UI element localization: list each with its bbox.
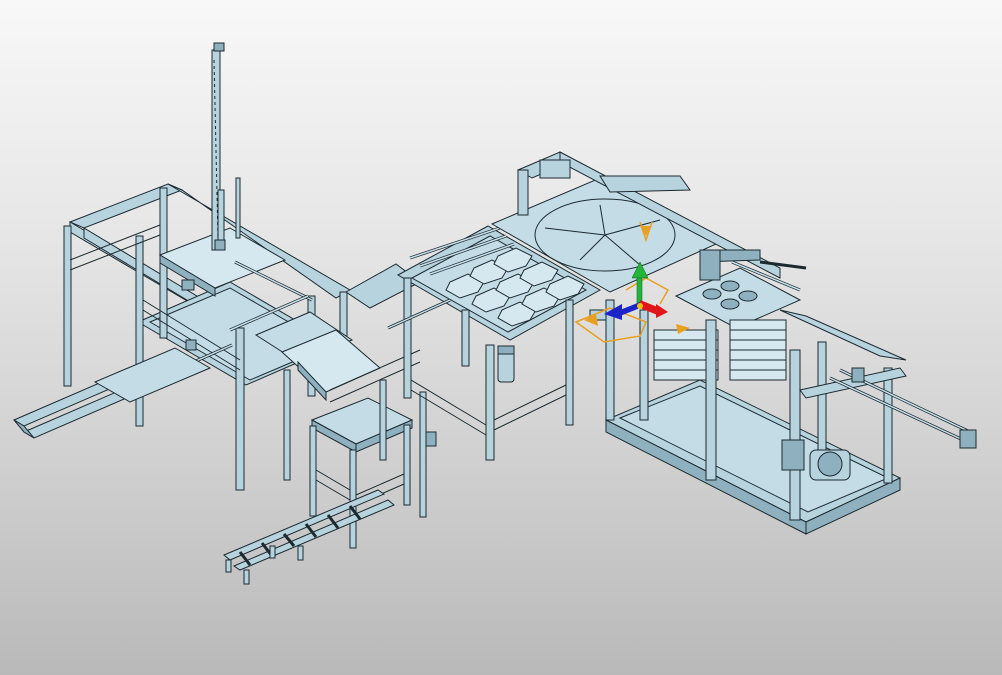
gizmo-origin[interactable] xyxy=(637,303,643,309)
left-stacker-frame[interactable] xyxy=(12,42,352,491)
3d-viewport[interactable] xyxy=(0,0,1002,675)
cad-model-scene[interactable] xyxy=(0,0,1002,675)
lower-roller-conveyor[interactable] xyxy=(223,489,395,585)
stacked-tiles xyxy=(653,319,787,381)
right-press-module[interactable] xyxy=(490,151,977,535)
